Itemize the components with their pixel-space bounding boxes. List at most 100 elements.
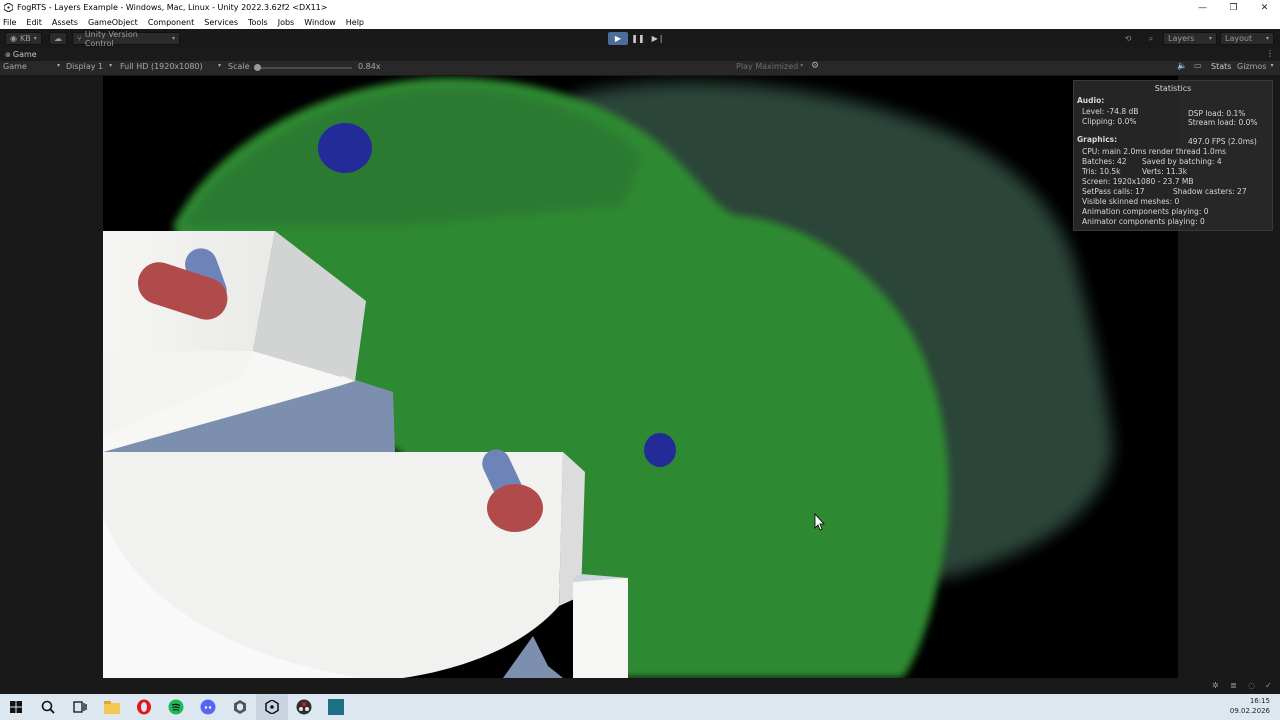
menu-window[interactable]: Window: [304, 18, 336, 27]
animation-components: Animation components playing: 0: [1082, 207, 1209, 216]
task-view-icon[interactable]: [64, 694, 96, 720]
gizmos-dropdown[interactable]: Gizmos ▾: [1237, 62, 1274, 71]
tris: Tris: 10.5k: [1082, 167, 1121, 176]
resolution-dropdown[interactable]: Full HD (1920x1080) ▾: [120, 62, 221, 71]
verts: Verts: 11.3k: [1142, 167, 1188, 176]
audio-header: Audio:: [1077, 96, 1105, 105]
play-maximized-label: Play Maximized: [736, 62, 799, 71]
display-icon[interactable]: ▭: [1194, 61, 1202, 70]
game-mode-dropdown[interactable]: Game ▾: [3, 62, 60, 71]
display-dropdown[interactable]: Display 1 ▾: [66, 62, 112, 71]
more-options-icon[interactable]: ⋮: [1266, 49, 1274, 58]
chevron-down-icon: ▾: [1208, 35, 1212, 42]
search-icon[interactable]: ⌕: [1142, 32, 1160, 45]
unity-icon[interactable]: [256, 694, 288, 720]
gizmos-label: Gizmos: [1237, 62, 1267, 71]
menu-edit[interactable]: Edit: [26, 18, 42, 27]
step-button[interactable]: ▶❘: [648, 32, 668, 45]
play-controls: ▶ ❚❚ ▶❘: [608, 32, 668, 45]
progress-status-icon[interactable]: ◌: [1248, 681, 1255, 690]
check-status-icon[interactable]: ✓: [1265, 681, 1272, 690]
scale-slider[interactable]: [254, 64, 352, 71]
display-label: Display 1: [66, 62, 104, 71]
pause-button[interactable]: ❚❚: [628, 32, 648, 45]
resolution-label: Full HD (1920x1080): [120, 62, 203, 71]
opera-icon[interactable]: [128, 694, 160, 720]
restore-button[interactable]: ❐: [1218, 0, 1249, 15]
file-explorer-icon[interactable]: [96, 694, 128, 720]
search-icon[interactable]: [32, 694, 64, 720]
game-scene: [103, 77, 1113, 678]
menu-assets[interactable]: Assets: [52, 18, 78, 27]
debug-status-icon[interactable]: ✲: [1212, 681, 1219, 690]
menu-tools[interactable]: Tools: [248, 18, 268, 27]
scale-label: Scale: [228, 62, 250, 71]
play-maximized-dropdown[interactable]: Play Maximized ▾: [736, 62, 803, 71]
version-control-button[interactable]: ⑂ Unity Version Control ▾: [72, 29, 180, 48]
cpu-time: CPU: main 2.0ms render thread 1.0ms: [1082, 147, 1227, 156]
spotify-icon[interactable]: [160, 694, 192, 720]
stats-toggle[interactable]: Stats: [1211, 62, 1231, 71]
main-toolbar: ◉ KB ▾ ☁ ⑂ Unity Version Control ▾ ▶ ❚❚ …: [0, 29, 1280, 48]
menu-component[interactable]: Component: [148, 18, 194, 27]
chevron-down-icon: ▾: [33, 35, 37, 42]
mute-audio-icon[interactable]: 🔈: [1177, 61, 1187, 70]
editor-status-bar: ✲ ≣ ◌ ✓: [0, 678, 1280, 694]
gamepad-icon: ⊚: [5, 50, 11, 59]
chevron-down-icon: ▾: [109, 62, 113, 69]
layers-status-icon[interactable]: ≣: [1230, 681, 1237, 690]
menu-services[interactable]: Services: [204, 18, 238, 27]
saved-by-batching: Saved by batching: 4: [1142, 157, 1222, 166]
game-viewport[interactable]: [103, 76, 1178, 678]
layers-label: Layers: [1168, 34, 1195, 43]
menu-jobs[interactable]: Jobs: [278, 18, 295, 27]
menu-gameobject[interactable]: GameObject: [88, 18, 138, 27]
window-titlebar: FogRTS - Layers Example - Windows, Mac, …: [0, 0, 1280, 15]
obs-icon[interactable]: [288, 694, 320, 720]
clock-date: 09.02.2026: [1229, 707, 1270, 715]
game-mode-label: Game: [3, 62, 27, 71]
window-title: FogRTS - Layers Example - Windows, Mac, …: [17, 3, 328, 12]
account-button[interactable]: ◉ KB ▾: [5, 32, 42, 45]
visible-skinned-meshes: Visible skinned meshes: 0: [1082, 197, 1180, 206]
chevron-down-icon: ▾: [56, 62, 60, 69]
debug-icon[interactable]: ⚙: [811, 61, 819, 71]
batches: Batches: 42: [1082, 157, 1127, 166]
clock-time: 16:15: [1249, 697, 1270, 705]
dsp-load: DSP load: 0.1%: [1188, 109, 1246, 118]
menu-help[interactable]: Help: [346, 18, 364, 27]
play-button[interactable]: ▶: [608, 32, 628, 45]
layout-dropdown[interactable]: Layout ▾: [1220, 32, 1274, 45]
menu-bar: File Edit Assets GameObject Component Se…: [0, 15, 1280, 29]
windows-start-icon[interactable]: [0, 694, 32, 720]
version-control-label: Unity Version Control: [84, 29, 138, 48]
statistics-title: Statistics: [1154, 84, 1192, 93]
animator-components: Animator components playing: 0: [1082, 217, 1205, 226]
close-button[interactable]: ✕: [1249, 0, 1280, 15]
tab-game[interactable]: ⊚ Game: [0, 50, 37, 59]
app-icon[interactable]: [320, 694, 352, 720]
chevron-down-icon: ▾: [1265, 35, 1269, 42]
cloud-button[interactable]: ☁: [49, 32, 67, 45]
cloud-icon: ☁: [54, 34, 62, 43]
windows-taskbar: [0, 694, 1280, 720]
chevron-down-icon: ▾: [800, 62, 804, 69]
minimize-button[interactable]: —: [1187, 0, 1218, 15]
layers-dropdown[interactable]: Layers ▾: [1163, 32, 1217, 45]
tab-strip: ⊚ Game ⋮: [0, 48, 1280, 61]
system-clock[interactable]: 16:15 09.02.2026: [1230, 696, 1270, 716]
chevron-down-icon: ▾: [217, 62, 221, 69]
account-icon: ◉: [10, 34, 17, 43]
statistics-panel: Statistics Audio: Level: -74.8 dB Clippi…: [1073, 80, 1273, 231]
scale-slider-handle[interactable]: [254, 64, 261, 71]
version-control-icon: ⑂: [77, 34, 82, 43]
enemy-unit-blue: [318, 123, 372, 173]
stream-load: Stream load: 0.0%: [1188, 118, 1258, 127]
menu-file[interactable]: File: [3, 18, 16, 27]
enemy-unit-blue: [644, 433, 676, 467]
game-view-bar: Game ▾ Display 1 ▾ Full HD (1920x1080) ▾…: [0, 61, 1280, 75]
screen-info: Screen: 1920x1080 - 23.7 MB: [1082, 177, 1194, 186]
discord-icon[interactable]: [192, 694, 224, 720]
unity-hub-icon[interactable]: [224, 694, 256, 720]
history-icon[interactable]: ⟲: [1119, 32, 1137, 45]
